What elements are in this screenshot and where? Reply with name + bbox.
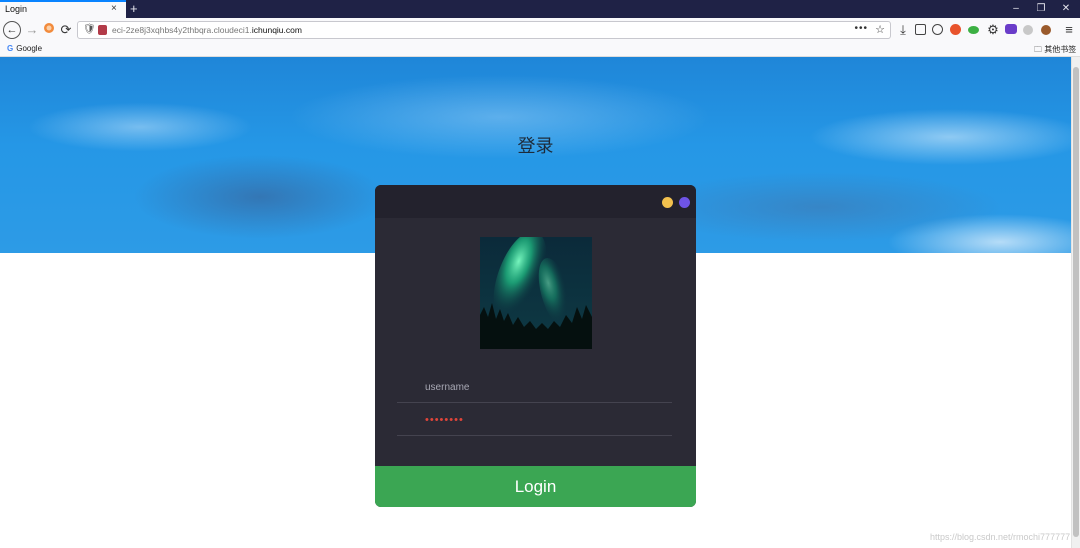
library-icon[interactable] <box>915 24 926 35</box>
bookmark-star-icon[interactable]: ☆ <box>875 23 885 36</box>
yellow-dot-icon <box>662 197 673 208</box>
purple-dot-icon <box>679 197 690 208</box>
google-icon: G <box>7 44 14 53</box>
history-icon[interactable] <box>932 24 943 35</box>
bookmark-google[interactable]: G Google <box>7 44 45 53</box>
browser-tab-login[interactable]: Login × <box>0 0 126 18</box>
extension-icon[interactable] <box>41 22 57 38</box>
page-content: 登录 username •••••••• Login https://blog.… <box>0 57 1071 548</box>
cookie-icon[interactable] <box>1041 25 1051 35</box>
browser-navbar: ← → ⟳ 🛡 eci-2ze8j3xqhbs4y2thbqra.cloudec… <box>0 18 1080 42</box>
page-title: 登录 <box>517 136 554 156</box>
tab-close-icon[interactable]: × <box>111 3 117 14</box>
card-header <box>375 185 696 218</box>
password-field <box>397 404 672 436</box>
shield-icon[interactable]: 🛡 <box>83 24 96 35</box>
reload-icon[interactable]: ⟳ <box>58 22 74 38</box>
settings-gear-icon[interactable]: ⚙ <box>985 22 1001 38</box>
aurora-avatar-image <box>480 237 592 349</box>
download-icon[interactable]: ⤓ <box>895 22 911 38</box>
url-text[interactable]: eci-2ze8j3xqhbs4y2thbqra.cloudeci1.ichun… <box>112 25 302 35</box>
insecure-lock-icon[interactable] <box>98 25 107 35</box>
minimize-icon[interactable]: – <box>1004 0 1028 18</box>
menu-icon[interactable]: ≡ <box>1061 22 1077 38</box>
tab-title: Login <box>5 4 28 14</box>
scrollbar-thumb[interactable] <box>1073 67 1079 537</box>
forward-arrow-icon[interactable]: → <box>24 22 40 38</box>
close-window-icon[interactable]: ✕ <box>1054 0 1078 18</box>
addon-red-icon[interactable] <box>950 24 961 35</box>
new-tab-icon[interactable]: + <box>130 0 138 18</box>
bookmarks-bar: G Google 🗀 其他书签 <box>0 42 1080 57</box>
addon-green-icon[interactable] <box>968 26 979 34</box>
username-input[interactable] <box>425 379 655 395</box>
username-field <box>397 371 672 403</box>
bookmark-other-folder[interactable]: 🗀 其他书签 <box>1034 44 1076 58</box>
login-card: Login <box>375 185 696 507</box>
address-bar[interactable]: 🛡 eci-2ze8j3xqhbs4y2thbqra.cloudeci1.ich… <box>77 21 891 39</box>
page-scrollbar[interactable] <box>1071 57 1080 548</box>
back-arrow-icon[interactable]: ← <box>3 21 21 39</box>
watermark-text: https://blog.csdn.net/rmochi777777 <box>930 532 1071 542</box>
page-actions-icon[interactable]: ••• <box>854 23 868 34</box>
login-button[interactable]: Login <box>375 466 696 507</box>
addon-gray-icon[interactable] <box>1023 25 1033 35</box>
restore-icon[interactable]: ❐ <box>1029 0 1053 18</box>
password-input[interactable] <box>425 412 655 428</box>
browser-titlebar: Login × + – ❐ ✕ <box>0 0 1080 18</box>
addon-purple-icon[interactable] <box>1005 24 1017 34</box>
